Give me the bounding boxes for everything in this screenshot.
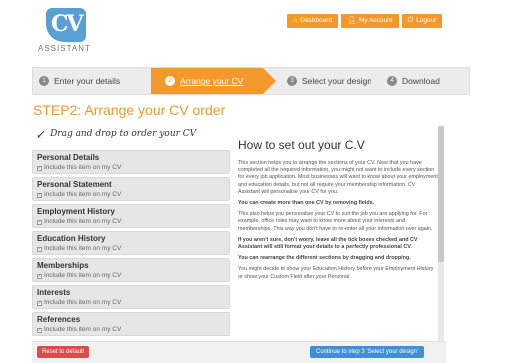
cv-assistant-logo[interactable]: CV ASSISTANT bbox=[38, 6, 100, 54]
include-option: ✓ Include this item on my CV bbox=[37, 163, 225, 173]
section-name: Employment History bbox=[37, 207, 115, 216]
step-download[interactable]: 4 Download bbox=[387, 68, 440, 94]
continue-to-step-3-button[interactable]: Continue to step 3 'Select your design' bbox=[310, 346, 425, 358]
section-name: Personal Statement bbox=[37, 180, 112, 189]
page-title: STEP2: Arrange your CV order bbox=[33, 102, 226, 118]
step-enter-details[interactable]: 1 Enter your details bbox=[39, 68, 120, 94]
help-paragraph: You might decide to show your Education … bbox=[238, 266, 434, 280]
section-name: References bbox=[37, 315, 81, 324]
section-interests[interactable]: Interests ✓ Include this item on my CV bbox=[32, 285, 230, 309]
include-checkbox[interactable]: ✓ bbox=[37, 273, 42, 279]
section-name: Education History bbox=[37, 234, 106, 243]
include-checkbox[interactable]: ✓ bbox=[37, 300, 42, 306]
include-option: ✓ Include this item on my CV bbox=[37, 325, 225, 335]
step-number: 3 bbox=[287, 76, 297, 86]
top-nav: ⌂ Dashboard 👤︎ My Account ⏻ Logout bbox=[287, 14, 442, 28]
include-checkbox[interactable]: ✓ bbox=[37, 246, 42, 252]
step-divider bbox=[137, 68, 150, 94]
include-checkbox[interactable]: ✓ bbox=[37, 327, 42, 333]
drag-hint-text: Drag and drop to order your CV bbox=[50, 129, 197, 139]
dashboard-label: Dashboard bbox=[300, 17, 333, 24]
help-panel: How to set out your C.V This section hel… bbox=[238, 126, 438, 358]
include-label: Include this item on my CV bbox=[44, 326, 122, 333]
help-paragraph-bold: If you aren't sure, don't worry, leave a… bbox=[238, 236, 418, 251]
include-option: ✓ Include this item on my CV bbox=[37, 190, 225, 200]
section-personal-details[interactable]: Personal Details ✓ Include this item on m… bbox=[32, 150, 230, 174]
section-employment-history[interactable]: Employment History ✓ Include this item on… bbox=[32, 204, 230, 228]
help-title: How to set out your C.V bbox=[238, 138, 365, 152]
help-paragraph: This section helps you to arrange the se… bbox=[238, 160, 438, 195]
help-paragraph-bold: You can create more than one CV by remov… bbox=[238, 200, 375, 207]
include-label: Include this item on my CV bbox=[44, 272, 122, 279]
help-scrollbar-thumb[interactable] bbox=[438, 126, 444, 262]
include-checkbox[interactable]: ✓ bbox=[37, 219, 42, 225]
step-number: 1 bbox=[39, 76, 49, 86]
step-label: Enter your details bbox=[54, 76, 121, 86]
include-label: Include this item on my CV bbox=[44, 218, 122, 225]
include-option: ✓ Include this item on my CV bbox=[37, 217, 225, 227]
step-label: Arrange your CV bbox=[180, 76, 244, 86]
section-personal-statement[interactable]: Personal Statement ✓ Include this item on… bbox=[32, 177, 230, 201]
logout-label: Logout bbox=[416, 17, 436, 24]
include-option: ✓ Include this item on my CV bbox=[37, 298, 225, 308]
section-education-history[interactable]: Education History ✓ Include this item on … bbox=[32, 231, 230, 255]
include-label: Include this item on my CV bbox=[44, 245, 122, 252]
step-label: Download bbox=[402, 76, 440, 86]
steps-bar: 1 Enter your details 2 Arrange your CV 3… bbox=[32, 67, 470, 95]
include-checkbox[interactable]: ✓ bbox=[37, 165, 42, 171]
include-label: Include this item on my CV bbox=[44, 191, 122, 198]
my-account-button[interactable]: 👤︎ My Account bbox=[341, 14, 399, 28]
step-divider bbox=[371, 68, 384, 94]
drag-hint: ↙ Drag and drop to order your CV bbox=[36, 127, 196, 141]
include-option: ✓ Include this item on my CV bbox=[37, 271, 225, 281]
logo-text: ASSISTANT bbox=[38, 44, 91, 53]
home-icon: ⌂ bbox=[293, 17, 298, 24]
cv-sections-list: Personal Details ✓ Include this item on m… bbox=[32, 150, 230, 339]
section-references[interactable]: References ✓ Include this item on my CV bbox=[32, 312, 230, 336]
section-name: Memberships bbox=[37, 261, 89, 270]
logo-mark: CV bbox=[46, 8, 86, 42]
dashboard-button[interactable]: ⌂ Dashboard bbox=[287, 14, 339, 28]
help-paragraph: This also helps you personalise your CV … bbox=[238, 211, 433, 232]
power-icon: ⏻ bbox=[407, 17, 414, 24]
logo-mark-text: CV bbox=[51, 11, 84, 37]
section-name: Interests bbox=[37, 288, 71, 297]
step-select-design[interactable]: 3 Select your design bbox=[287, 68, 372, 94]
include-checkbox[interactable]: ✓ bbox=[37, 192, 42, 198]
step-arrange-cv[interactable]: 2 Arrange your CV bbox=[151, 68, 276, 94]
include-label: Include this item on my CV bbox=[44, 299, 122, 306]
logout-button[interactable]: ⏻ Logout bbox=[401, 14, 442, 28]
include-option: ✓ Include this item on my CV bbox=[37, 244, 225, 254]
my-account-label: My Account bbox=[358, 17, 393, 24]
include-label: Include this item on my CV bbox=[44, 164, 122, 171]
user-icon: 👤︎ bbox=[347, 17, 356, 24]
section-name: Personal Details bbox=[37, 153, 100, 162]
step-label: Select your design bbox=[302, 76, 372, 86]
section-memberships[interactable]: Memberships ✓ Include this item on my CV bbox=[32, 258, 230, 282]
help-paragraph-bold: You can rearrange the different sections… bbox=[238, 255, 411, 262]
curved-arrow-icon: ↙ bbox=[36, 127, 47, 141]
step-number: 4 bbox=[387, 76, 397, 86]
step-number: 2 bbox=[165, 76, 175, 86]
reset-to-default-button[interactable]: Reset to default bbox=[37, 346, 90, 358]
